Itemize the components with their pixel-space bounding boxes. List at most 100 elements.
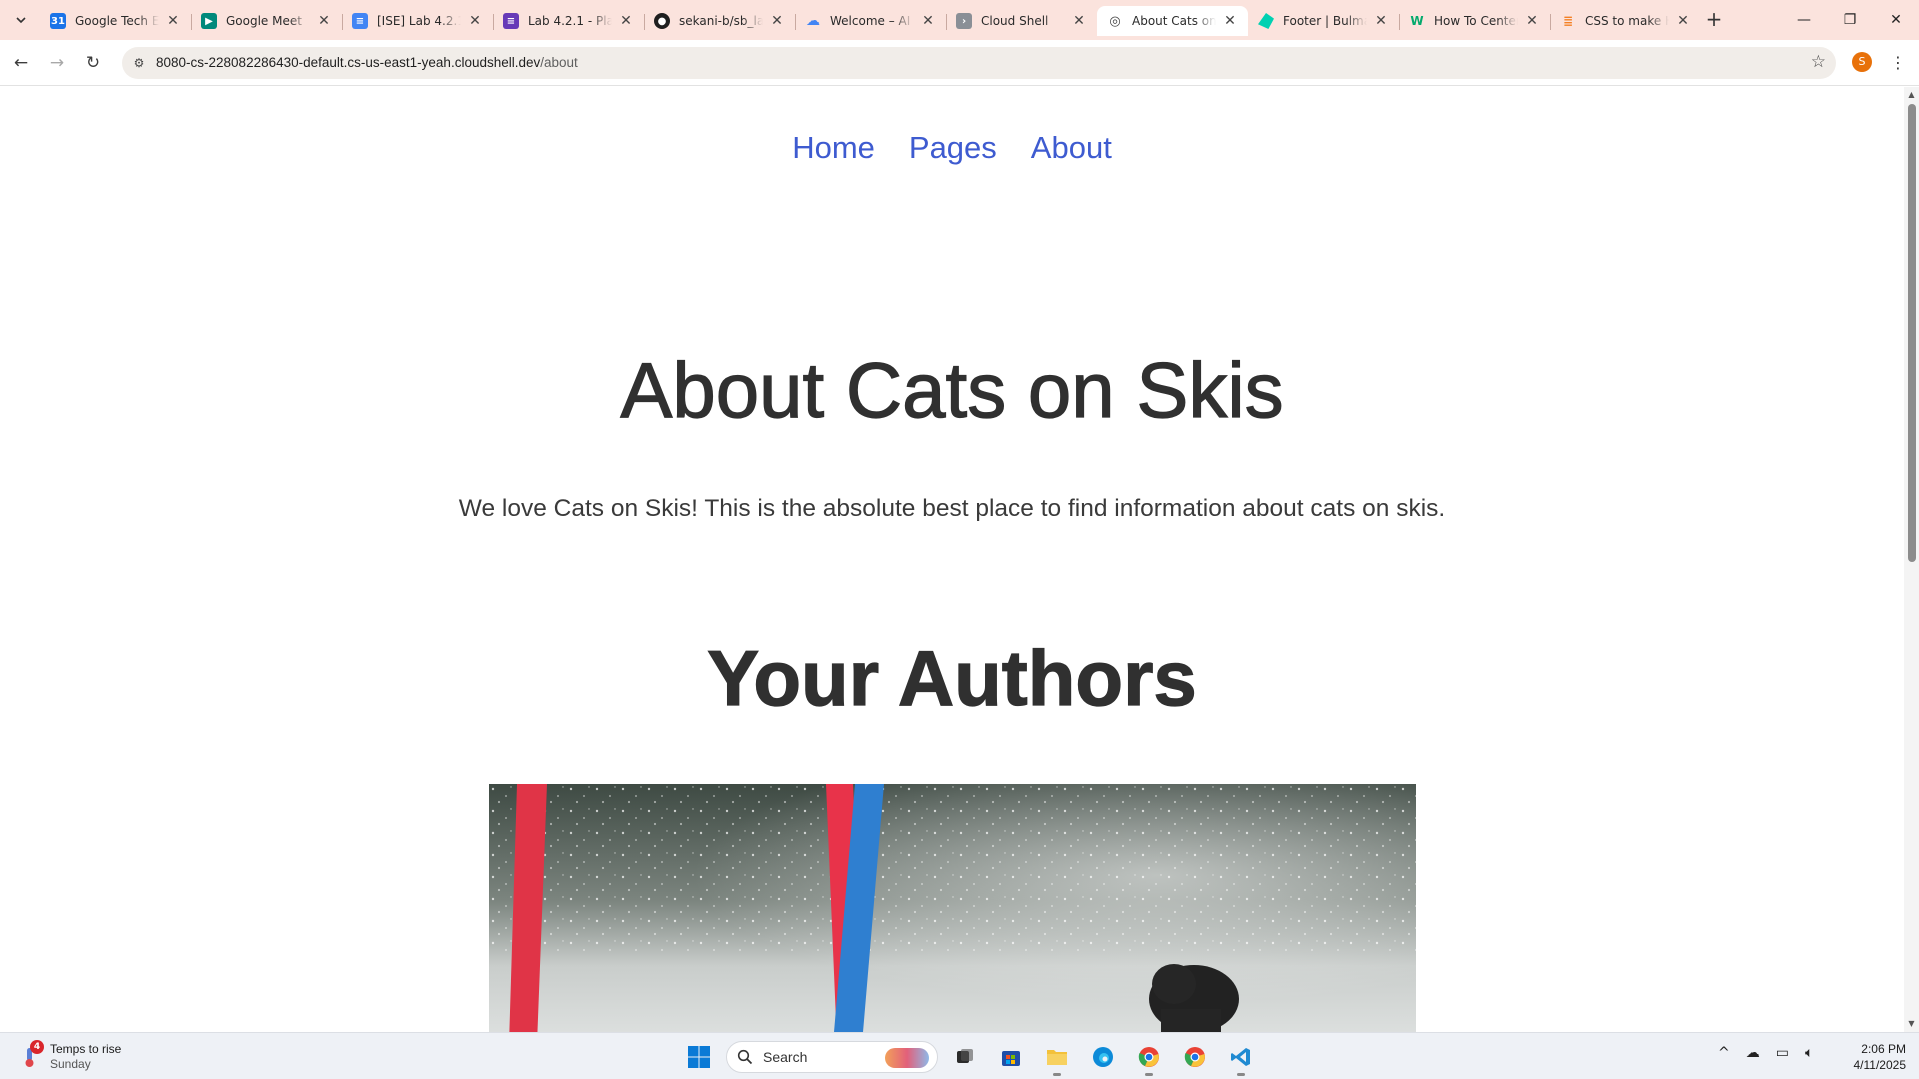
tab-title: Google Tech Ex	[75, 14, 159, 28]
chrome-button-2[interactable]	[1176, 1038, 1214, 1076]
weather-subtitle: Sunday	[50, 1057, 91, 1071]
url-path: /about	[540, 55, 578, 70]
back-button[interactable]: ←	[8, 50, 34, 76]
docs-icon: ≡	[352, 13, 368, 29]
close-icon[interactable]: ✕	[165, 13, 181, 29]
tab-bulma-footer[interactable]: Footer | Bulma ✕	[1248, 6, 1399, 36]
tab-title: Cloud Shell	[981, 14, 1049, 28]
site-nav: Home Pages About	[0, 130, 1904, 166]
github-icon: ●	[654, 13, 670, 29]
onedrive-icon[interactable]: ☁	[1746, 1045, 1760, 1061]
close-icon[interactable]: ✕	[467, 13, 483, 29]
chevron-down-icon	[16, 17, 26, 24]
close-icon[interactable]: ✕	[1524, 13, 1540, 29]
nav-pages-link[interactable]: Pages	[909, 130, 997, 166]
new-tab-button[interactable]: +	[1702, 8, 1726, 32]
close-icon[interactable]: ✕	[316, 13, 332, 29]
tab-title: Lab 4.2.1 - Play	[528, 14, 612, 28]
system-tray: ^ ☁ ▭ 🔈︎	[1718, 1045, 1813, 1061]
slides-icon: ≡	[503, 13, 519, 29]
start-button[interactable]	[680, 1038, 718, 1076]
reload-button[interactable]: ↻	[80, 50, 106, 76]
site-info-icon[interactable]: ⚙	[130, 54, 148, 72]
nav-about-link[interactable]: About	[1031, 130, 1112, 166]
address-bar[interactable]: ⚙ 8080-cs-228082286430-default.cs-us-eas…	[122, 47, 1836, 79]
search-label: Search	[763, 1049, 808, 1065]
network-icon[interactable]: ▭	[1776, 1045, 1789, 1061]
taskbar-apps: Search	[680, 1038, 1260, 1076]
page-title: About Cats on Skis	[620, 345, 1285, 434]
close-icon[interactable]: ✕	[920, 13, 936, 29]
windows-taskbar: 4 Temps to rise Sunday Search ^ ☁ ▭ 🔈︎ 2…	[0, 1032, 1919, 1079]
edge-button[interactable]	[1084, 1038, 1122, 1076]
vscode-icon	[1231, 1048, 1250, 1066]
store-button[interactable]	[992, 1038, 1030, 1076]
close-icon[interactable]: ✕	[1675, 13, 1691, 29]
clock-time: 2:06 PM	[1861, 1042, 1906, 1056]
vscode-button[interactable]	[1222, 1038, 1260, 1076]
store-icon	[1002, 1051, 1020, 1066]
weather-widget[interactable]: 4 Temps to rise Sunday	[18, 1039, 121, 1075]
tab-css-question[interactable]: ≣ CSS to make H ✕	[1550, 6, 1701, 36]
minimize-button[interactable]: —	[1784, 6, 1824, 34]
tab-about-cats[interactable]: ◎ About Cats on ✕	[1097, 6, 1248, 36]
task-view-icon	[957, 1049, 973, 1063]
author-photo	[489, 784, 1416, 1032]
volume-icon[interactable]: 🔈︎	[1805, 1045, 1813, 1061]
profile-avatar[interactable]: S	[1852, 52, 1872, 72]
terminal-icon: ›	[956, 13, 972, 29]
tab-list: 31 Google Tech Ex ✕ ▶ Google Meet ✕ ≡ [I…	[40, 6, 1701, 36]
folder-icon	[1047, 1050, 1067, 1065]
tab-google-tech[interactable]: 31 Google Tech Ex ✕	[40, 6, 191, 36]
tab-strip: 31 Google Tech Ex ✕ ▶ Google Meet ✕ ≡ [I…	[0, 0, 1919, 40]
close-icon[interactable]: ✕	[1222, 13, 1238, 29]
bookmark-star-icon[interactable]: ☆	[1811, 52, 1826, 72]
authors-heading: Your Authors	[707, 633, 1198, 722]
chrome-icon	[1138, 1047, 1159, 1067]
chrome-button-1[interactable]	[1130, 1038, 1168, 1076]
close-icon[interactable]: ✕	[1373, 13, 1389, 29]
tab-title: How To Center	[1434, 14, 1518, 28]
tab-title: About Cats on	[1132, 14, 1216, 28]
chrome-icon	[1184, 1047, 1205, 1067]
tab-welcome-ai[interactable]: ☁ Welcome – AI S ✕	[795, 6, 946, 36]
page-scrollbar[interactable]: ▲ ▼	[1904, 87, 1919, 1032]
task-view-button[interactable]	[946, 1038, 984, 1076]
close-icon[interactable]: ✕	[618, 13, 634, 29]
tab-google-meet[interactable]: ▶ Google Meet ✕	[191, 6, 342, 36]
page-viewport: Home Pages About About Cats on Skis We l…	[0, 87, 1904, 1032]
tab-github[interactable]: ● sekani-b/sb_lab ✕	[644, 6, 795, 36]
url-text[interactable]: 8080-cs-228082286430-default.cs-us-east1…	[156, 54, 578, 72]
file-explorer-button[interactable]	[1038, 1038, 1076, 1076]
tab-search-button[interactable]	[10, 9, 32, 31]
meet-icon: ▶	[201, 13, 217, 29]
weather-text: Temps to rise Sunday	[50, 1042, 121, 1072]
tab-title: Footer | Bulma	[1283, 14, 1367, 28]
close-icon[interactable]: ✕	[769, 13, 785, 29]
nav-home-link[interactable]: Home	[792, 130, 875, 166]
bulma-icon	[1258, 13, 1274, 29]
taskbar-clock[interactable]: 2:06 PM 4/11/2025	[1840, 1041, 1907, 1073]
scroll-up-arrow-icon[interactable]: ▲	[1907, 90, 1916, 100]
restore-button[interactable]: ❐	[1830, 6, 1870, 34]
scrollbar-thumb[interactable]	[1908, 104, 1916, 562]
globe-icon: ◎	[1109, 13, 1121, 29]
thermometer-icon: 4	[18, 1040, 44, 1069]
calendar-icon: 31	[50, 13, 66, 29]
tab-lab-playground[interactable]: ≡ Lab 4.2.1 - Play ✕	[493, 6, 644, 36]
cloud-icon: ☁	[806, 13, 820, 29]
search-highlight-art	[885, 1048, 929, 1068]
taskbar-search[interactable]: Search	[726, 1041, 938, 1073]
stackoverflow-icon: ≣	[1562, 14, 1574, 28]
edge-icon	[1093, 1047, 1113, 1067]
tab-cloud-shell[interactable]: › Cloud Shell ✕	[946, 6, 1097, 36]
browser-toolbar: ← → ↻ ⚙ 8080-cs-228082286430-default.cs-…	[0, 40, 1919, 86]
scroll-down-arrow-icon[interactable]: ▼	[1907, 1019, 1916, 1029]
tab-how-to-center[interactable]: W How To Center ✕	[1399, 6, 1550, 36]
tab-ise-lab[interactable]: ≡ [ISE] Lab 4.2.1 - ✕	[342, 6, 493, 36]
close-icon[interactable]: ✕	[1071, 13, 1087, 29]
browser-menu-button[interactable]: ⋮	[1888, 51, 1908, 75]
close-window-button[interactable]: ✕	[1876, 6, 1916, 34]
forward-button[interactable]: →	[44, 50, 70, 76]
chevron-up-icon[interactable]: ^	[1718, 1045, 1730, 1061]
